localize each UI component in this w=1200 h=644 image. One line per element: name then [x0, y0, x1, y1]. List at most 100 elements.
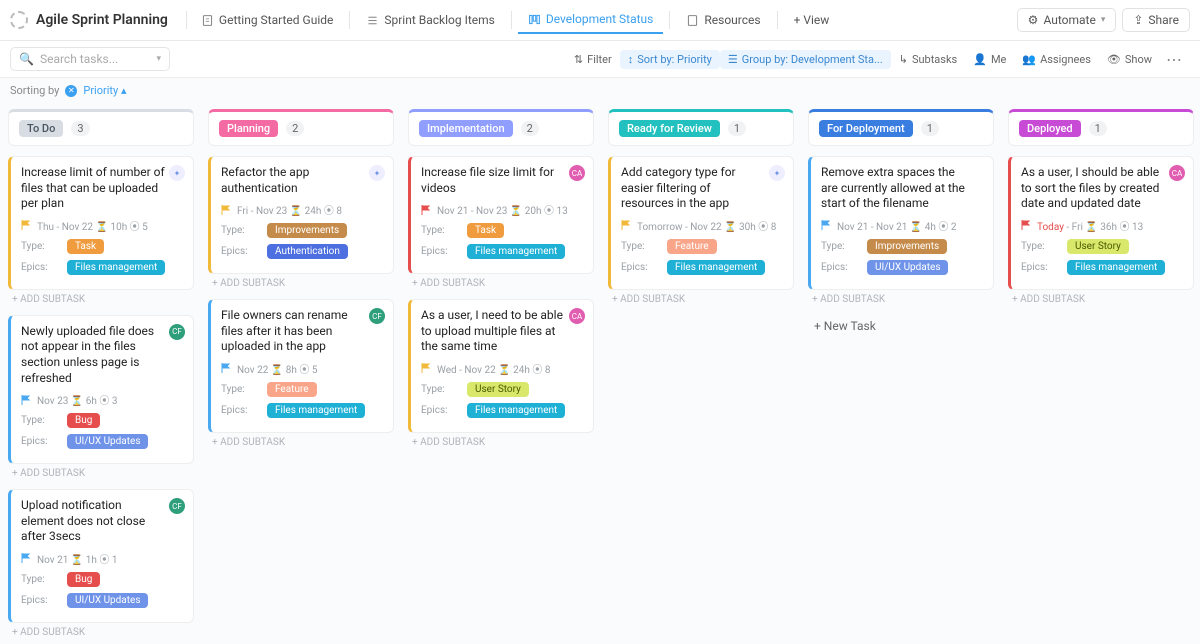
epic-tag[interactable]: UI/UX Updates: [867, 260, 948, 275]
task-card[interactable]: CFNewly uploaded file does not appear in…: [8, 315, 194, 464]
tab-getting-started[interactable]: Getting Started Guide: [191, 7, 343, 33]
group-icon: ☰: [728, 53, 738, 66]
field-label: Epics:: [221, 246, 255, 257]
task-card[interactable]: Remove extra spaces the are currently al…: [808, 156, 994, 290]
tab-label: Sprint Backlog Items: [384, 13, 495, 27]
task-card[interactable]: CAAs a user, I need to be able to upload…: [408, 299, 594, 433]
task-card[interactable]: CFUpload notification element does not c…: [8, 489, 194, 623]
column-header[interactable]: Ready for Review1: [608, 109, 794, 146]
card-meta: Tomorrow - Nov 22 ⏳ 30h ⦿ 8: [621, 218, 783, 233]
type-tag[interactable]: Improvements: [267, 223, 347, 238]
card-meta: Nov 21 - Nov 21 ⏳ 4h ⦿ 2: [821, 218, 983, 233]
column-header[interactable]: For Deployment1: [808, 109, 994, 146]
type-tag[interactable]: Feature: [267, 382, 317, 397]
show-chip[interactable]: 👁Show: [1099, 50, 1160, 69]
search-input[interactable]: 🔍 Search tasks... ▾: [10, 47, 170, 71]
assignee-avatar[interactable]: CA: [569, 165, 585, 181]
meta-text: Thu - Nov 22 ⏳ 10h ⦿ 5: [37, 218, 148, 233]
tab-label: Resources: [704, 13, 760, 27]
epics-field: Epics:Files management: [621, 260, 783, 275]
type-tag[interactable]: Bug: [67, 413, 100, 428]
subtasks-chip[interactable]: ↳Subtasks: [891, 50, 966, 69]
column: Deployed1 CAAs a user, I should be able t…: [1008, 109, 1194, 638]
new-task-button[interactable]: + New Task: [808, 315, 994, 337]
add-view[interactable]: + View: [784, 7, 840, 33]
epic-tag[interactable]: Files management: [667, 260, 765, 275]
more-menu[interactable]: ⋯: [1160, 50, 1190, 69]
card-meta: Nov 23 ⏳ 6h ⦿ 3: [21, 392, 183, 407]
epic-tag[interactable]: Files management: [1067, 260, 1165, 275]
tab-resources[interactable]: Resources: [676, 7, 770, 33]
epic-tag[interactable]: Files management: [267, 403, 365, 418]
sort-field[interactable]: Priority ▴: [83, 84, 126, 97]
status-pill: Deployed: [1019, 120, 1081, 137]
assignee-avatar[interactable]: ✦: [369, 165, 385, 181]
automate-button[interactable]: ⚙ Automate ▾: [1017, 8, 1117, 32]
assignee-avatar[interactable]: ✦: [169, 165, 185, 181]
type-tag[interactable]: User Story: [467, 382, 529, 397]
epic-tag[interactable]: Files management: [467, 403, 565, 418]
task-card[interactable]: ✦Refactor the app authenticationFri - No…: [208, 156, 394, 274]
add-subtask-link[interactable]: + ADD SUBTASK: [1008, 294, 1194, 305]
add-subtask-link[interactable]: + ADD SUBTASK: [608, 294, 794, 305]
epics-field: Epics:Files management: [421, 244, 583, 259]
assignees-chip[interactable]: 👥Assignees: [1014, 50, 1099, 69]
share-button[interactable]: ⇪ Share: [1122, 8, 1190, 32]
type-tag[interactable]: Task: [67, 239, 104, 254]
type-tag[interactable]: Feature: [667, 239, 717, 254]
epic-tag[interactable]: Files management: [467, 244, 565, 259]
view-tabs: Getting Started Guide Sprint Backlog Ite…: [191, 6, 839, 34]
column-header[interactable]: Planning2: [208, 109, 394, 146]
epic-tag[interactable]: Authentication: [267, 244, 348, 259]
assignee-avatar[interactable]: ✦: [769, 165, 785, 181]
type-tag[interactable]: Improvements: [867, 239, 947, 254]
meta-text: Wed - Nov 22 ⏳ 24h ⦿ 8: [437, 361, 550, 376]
group-chip[interactable]: ☰Group by: Development Sta...: [720, 50, 891, 69]
card-title: Increase limit of number of files that c…: [21, 165, 183, 212]
card-title: File owners can rename files after it ha…: [221, 308, 383, 355]
add-subtask-link[interactable]: + ADD SUBTASK: [8, 468, 194, 479]
add-subtask-link[interactable]: + ADD SUBTASK: [8, 627, 194, 638]
task-card[interactable]: ✦Increase limit of number of files that …: [8, 156, 194, 290]
card-title: Add category type for easier filtering o…: [621, 165, 783, 212]
task-card[interactable]: ✦Add category type for easier filtering …: [608, 156, 794, 290]
epic-tag[interactable]: UI/UX Updates: [67, 434, 148, 449]
field-label: Type:: [21, 241, 55, 252]
add-subtask-link[interactable]: + ADD SUBTASK: [8, 294, 194, 305]
type-tag[interactable]: Task: [467, 223, 504, 238]
epic-tag[interactable]: Files management: [67, 260, 165, 275]
assignee-avatar[interactable]: CA: [1169, 165, 1185, 181]
clear-sort-icon[interactable]: ✕: [65, 85, 77, 97]
me-chip[interactable]: 👤Me: [965, 50, 1014, 69]
card-meta: Nov 22 ⏳ 8h ⦿ 5: [221, 361, 383, 376]
tab-dev-status[interactable]: Development Status: [518, 6, 664, 34]
status-pill: For Deployment: [819, 120, 913, 137]
assignee-avatar[interactable]: CF: [169, 324, 185, 340]
column-header[interactable]: To Do3: [8, 109, 194, 146]
field-label: Type:: [821, 241, 855, 252]
topbar: Agile Sprint Planning Getting Started Gu…: [0, 0, 1200, 41]
task-card[interactable]: CAAs a user, I should be able to sort th…: [1008, 156, 1194, 290]
toolbar: 🔍 Search tasks... ▾ ⇅Filter ↕Sort by: Pr…: [0, 41, 1200, 78]
epic-tag[interactable]: UI/UX Updates: [67, 593, 148, 608]
column-header[interactable]: Implementation2: [408, 109, 594, 146]
epics-field: Epics:Files management: [421, 403, 583, 418]
column-header[interactable]: Deployed1: [1008, 109, 1194, 146]
field-label: Epics:: [821, 262, 855, 273]
add-subtask-link[interactable]: + ADD SUBTASK: [208, 437, 394, 448]
card-title: Refactor the app authentication: [221, 165, 383, 196]
type-tag[interactable]: Bug: [67, 572, 100, 587]
add-subtask-link[interactable]: + ADD SUBTASK: [208, 278, 394, 289]
count-badge: 3: [71, 121, 89, 136]
filter-chip[interactable]: ⇅Filter: [566, 50, 620, 69]
type-tag[interactable]: User Story: [1067, 239, 1129, 254]
sort-chip[interactable]: ↕Sort by: Priority: [620, 50, 720, 69]
tab-backlog[interactable]: Sprint Backlog Items: [356, 7, 505, 33]
add-subtask-link[interactable]: + ADD SUBTASK: [408, 437, 594, 448]
person-icon: 👤: [973, 53, 987, 66]
task-card[interactable]: CAIncrease file size limit for videosNov…: [408, 156, 594, 274]
add-subtask-link[interactable]: + ADD SUBTASK: [408, 278, 594, 289]
field-label: Epics:: [1021, 262, 1055, 273]
task-card[interactable]: CFFile owners can rename files after it …: [208, 299, 394, 433]
add-subtask-link[interactable]: + ADD SUBTASK: [808, 294, 994, 305]
